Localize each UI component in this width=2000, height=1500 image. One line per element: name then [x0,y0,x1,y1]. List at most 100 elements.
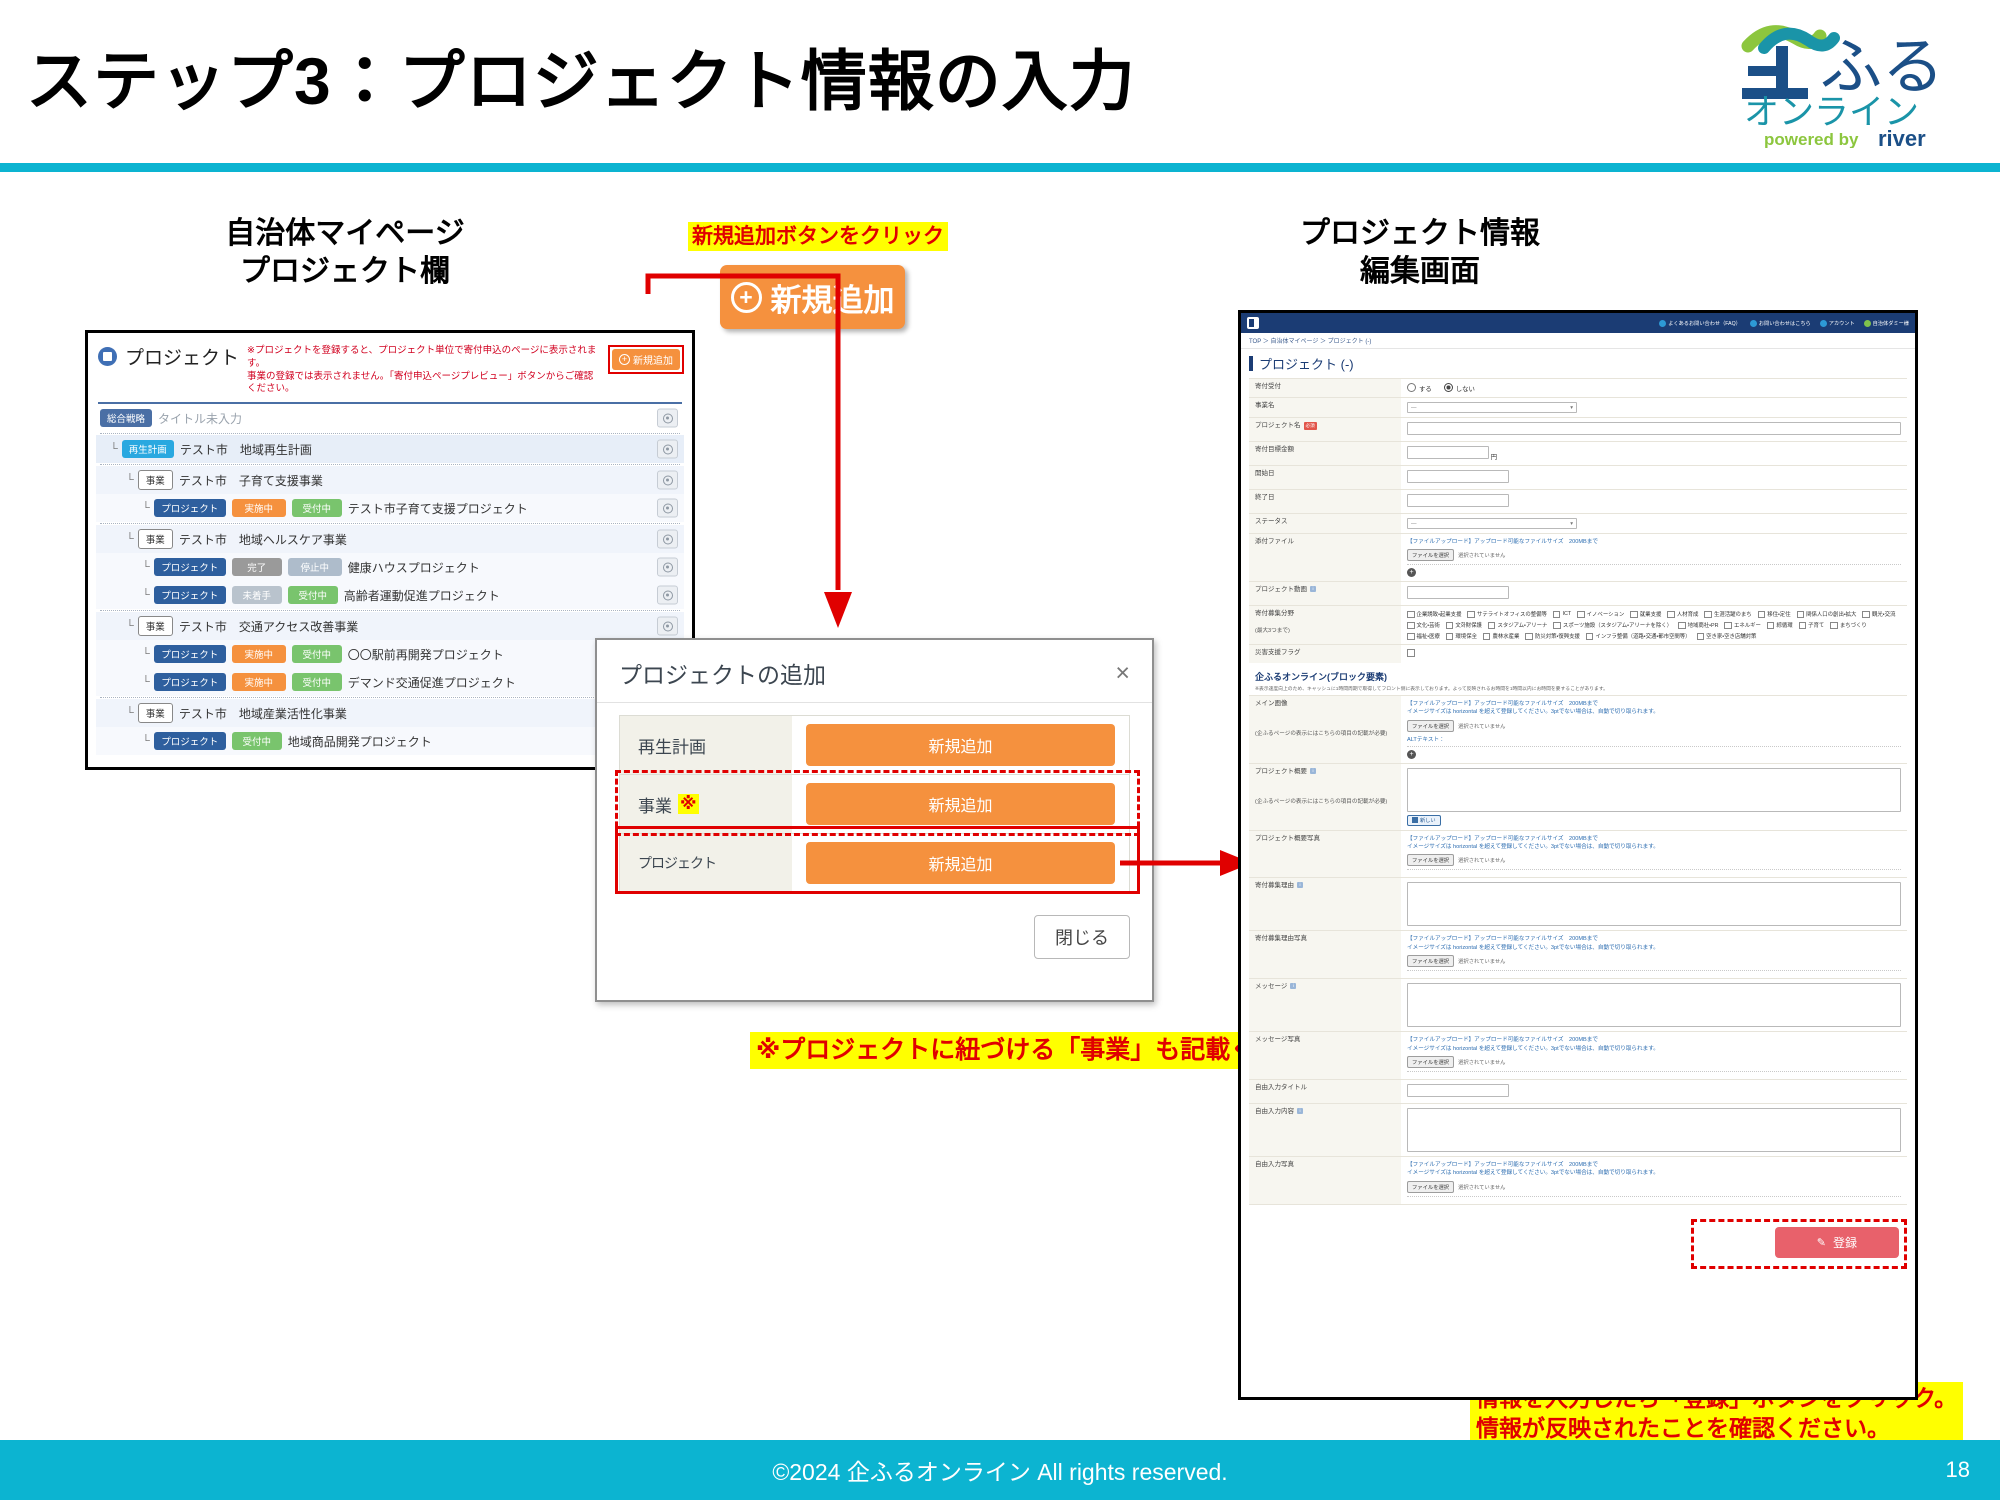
checkbox-option[interactable]: 環境保全 [1445,632,1477,640]
dialog-close-button[interactable]: 閉じる [1034,915,1130,959]
checkbox-option[interactable]: 地域商社・PR [1678,621,1718,629]
info-icon[interactable]: i [1310,586,1316,593]
eye-icon[interactable] [657,498,678,518]
choose-file-button[interactable]: ファイルを選択 [1407,719,1455,732]
text-input[interactable] [1407,1084,1509,1098]
plus-circle-icon: + [730,281,762,313]
row-badge: 実施中 [231,645,286,664]
choose-file-button[interactable]: ファイルを選択 [1407,854,1455,867]
eye-icon[interactable] [657,557,678,577]
row-badge: 再生計画 [121,440,174,459]
checkbox-option[interactable]: 文化・芸術 [1407,621,1440,629]
checkbox-option[interactable]: スポーツ施設（スタジアム・アリーナを除く） [1553,621,1672,629]
checkbox-icon [1467,610,1475,619]
register-button[interactable]: ✎ 登録 [1774,1226,1899,1258]
tree-row[interactable]: └ プロジェクト 完了 停止中 健康ハウスプロジェクト [96,553,684,582]
checkbox-option[interactable]: 関係人口の創出・拡大 [1796,610,1856,618]
checkbox-icon [1407,649,1415,657]
tree-row[interactable]: └ 再生計画 テスト市 地域再生計画 [96,435,684,464]
text-input[interactable] [1407,422,1901,435]
checkbox-option[interactable] [1407,649,1415,657]
tree-row[interactable]: └ プロジェクト 未着手 受付中 高齢者運動促進プロジェクト [96,581,684,610]
form-row: 終了日 [1249,489,1907,513]
text-input[interactable] [1407,586,1509,600]
checkbox-option[interactable]: 就業支援 [1630,610,1661,618]
eye-icon[interactable] [657,616,678,636]
form-field-label: 開始日 [1249,466,1401,489]
checkbox-option-label: ICT [1562,611,1572,618]
callout-add-button[interactable]: + 新規追加 [720,265,905,329]
tree-row[interactable]: 総合戦略 タイトル未入力 [96,404,684,433]
select-input[interactable]: — ▾ [1407,518,1577,529]
info-icon[interactable]: i [1297,882,1303,889]
checkbox-option[interactable]: 防災対策・復興支援 [1525,632,1580,640]
textarea-input[interactable] [1407,882,1901,927]
checkbox-option[interactable]: インフラ整備（道路・交通・都市空間等） [1585,632,1691,640]
select-input[interactable]: — ▾ [1407,402,1577,413]
checkbox-option[interactable]: 観光・交流 [1862,610,1895,618]
row-badge: 事業 [137,529,173,550]
checkbox-option[interactable]: 福祉・医療 [1407,632,1440,640]
textarea-input[interactable] [1407,983,1901,1028]
dialog-add-button[interactable]: 新規追加 [806,724,1115,766]
checkbox-option[interactable]: 企業誘致・起業支援 [1407,610,1461,618]
info-icon[interactable]: i [1297,1108,1303,1115]
checkbox-option[interactable]: スタジアム・アリーナ [1487,621,1547,629]
breadcrumb[interactable]: TOP ＞ 自治体マイページ ＞ プロジェクト (-) [1241,333,1915,349]
dialog-add-button[interactable]: 新規追加 [806,783,1115,825]
navbar-item[interactable]: お問い合わせはこちら [1749,319,1811,327]
tree-row[interactable]: └ 事業 テスト市 交通アクセス改善事業 [96,612,684,641]
checkbox-option[interactable]: まちづくり [1830,621,1867,629]
info-icon[interactable]: i [1310,768,1316,774]
dialog-add-button[interactable]: 新規追加 [806,842,1115,884]
info-icon[interactable]: i [1290,983,1297,990]
form-row: 災害支援フラグ [1249,644,1907,663]
textarea-input[interactable] [1407,1108,1901,1153]
form-field-label-text: 自由入力写真 [1255,1161,1294,1169]
add-row-icon[interactable]: + [1407,749,1416,759]
checkbox-option[interactable]: 移住・定住 [1757,610,1791,618]
add-row-icon[interactable]: + [1407,568,1416,578]
close-icon[interactable]: × [1115,660,1130,686]
text-input[interactable] [1407,470,1509,483]
navbar-item[interactable]: アカウント [1819,319,1855,327]
checkbox-option[interactable]: エネルギー [1724,621,1761,629]
navbar-item[interactable]: よくあるお問い合わせ（FAQ） [1659,319,1741,327]
eye-icon[interactable] [657,529,678,549]
eye-icon[interactable] [657,439,678,459]
choose-file-button[interactable]: ファイルを選択 [1407,1180,1455,1193]
checkbox-option[interactable]: 人材育成 [1667,610,1698,618]
text-input[interactable] [1407,446,1489,459]
checkbox-option[interactable]: イノベーション [1577,610,1624,618]
navbar-item[interactable]: 自治体ダミー様 [1863,319,1909,327]
checkbox-option[interactable]: 農林水産業 [1482,632,1519,640]
radio-option[interactable]: する [1407,383,1432,393]
textarea-action-button[interactable]: 新しい [1407,814,1441,826]
add-project-button[interactable]: + 新規追加 [612,349,680,370]
dialog-row: プロジェクト 新規追加 [619,833,1130,893]
checkbox-option[interactable]: 生涯活躍のまち [1704,610,1752,618]
checkbox-option[interactable]: 子育て [1798,621,1824,629]
text-input[interactable] [1407,494,1509,507]
choose-file-button[interactable]: ファイルを選択 [1407,955,1455,968]
checkbox-option[interactable]: 文화財保護 [1445,621,1482,629]
checkbox-option[interactable]: 空き家・空き店舗対策 [1696,632,1756,640]
textarea-input[interactable] [1407,767,1901,812]
tree-elbow-icon: └ [110,443,118,456]
tree-row[interactable]: └ プロジェクト 実施中 受付中 テスト市子育て支援プロジェクト [96,494,684,523]
choose-file-button[interactable]: ファイルを選択 [1407,1056,1455,1069]
radio-option[interactable]: しない [1443,383,1475,393]
eye-icon[interactable] [657,585,678,605]
form-field-value [1401,466,1907,489]
form-field-value: 【ファイルアップロード】アップロード可能なファイルサイズ 200MBまで イメージ… [1401,696,1907,763]
tree-row[interactable]: └ 事業 テスト市 子育て支援事業 [96,466,684,495]
checkbox-option[interactable]: 綜循環 [1766,621,1793,629]
eye-icon[interactable] [657,408,678,428]
eye-icon[interactable] [657,470,678,490]
form-field-value: — ▾ [1401,398,1907,417]
upload-hint: 【ファイルアップロード】アップロード可能なファイルサイズ 200MBまで [1407,936,1598,943]
checkbox-option[interactable]: ICT [1552,610,1572,619]
choose-file-button[interactable]: ファイルを選択 [1407,549,1455,562]
tree-row[interactable]: └ 事業 テスト市 地域ヘルスケア事業 [96,525,684,554]
checkbox-option[interactable]: サテライトオフィスの整備等 [1467,610,1547,619]
